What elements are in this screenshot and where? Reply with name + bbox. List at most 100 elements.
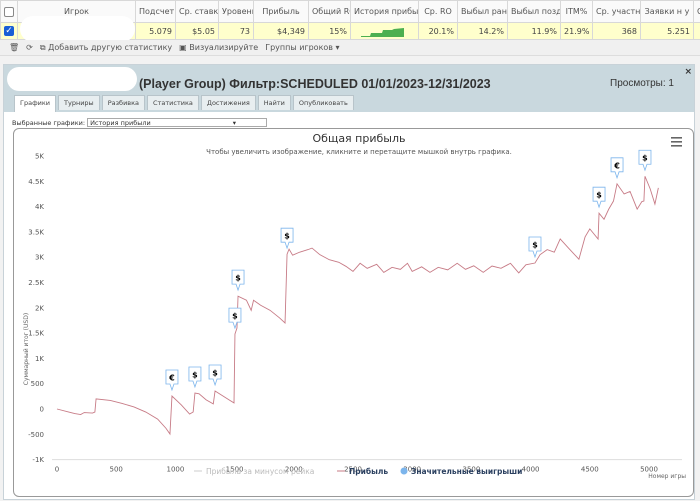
svg-text:$: $	[596, 191, 602, 200]
refresh-icon[interactable]: ⟳	[26, 43, 33, 52]
add-stat-label: Добавить другую статистику	[48, 42, 173, 52]
x-tick-label: 4500	[581, 466, 599, 474]
tab-graphs[interactable]: Графики	[14, 95, 57, 112]
menu-icon[interactable]	[671, 137, 682, 147]
selected-graphs-value: История прибыли	[90, 119, 151, 127]
panel-header: (Player Group) Фильтр:SCHEDULED 01/01/20…	[4, 65, 694, 112]
col-early-out[interactable]: Выбыл ранс	[457, 0, 508, 23]
col-total-roi[interactable]: Общий RO	[308, 0, 351, 23]
legend-item-net-profit[interactable]: Прибыль за минусом рейка	[194, 467, 314, 476]
col-avg-field[interactable]: Ср. участн	[592, 0, 641, 23]
y-tick-label: 500	[31, 380, 44, 388]
tab-achievements[interactable]: Достижения	[200, 95, 256, 110]
col-avg-roi[interactable]: Ср. RO	[418, 0, 458, 23]
avg-roi-cell: 20.1%	[418, 22, 458, 40]
legend-label: Значительные выигрыши	[411, 467, 522, 476]
selected-graphs-select[interactable]: История прибыли ▾	[87, 118, 268, 127]
col-count[interactable]: Подсчет	[135, 0, 176, 23]
profit-cell: $4,349	[253, 22, 309, 40]
big-win-marker[interactable]: €	[610, 157, 624, 180]
col-more[interactable]: Ср	[693, 0, 700, 23]
big-win-marker[interactable]: $	[228, 307, 242, 330]
big-win-marker[interactable]: $	[528, 236, 542, 259]
svg-text:$: $	[532, 241, 538, 250]
entries-cell: 5.251	[640, 22, 694, 40]
col-late-out[interactable]: Выбыл поздн	[507, 0, 561, 23]
big-win-marker[interactable]: $	[638, 149, 652, 172]
total-roi-cell: 15%	[308, 22, 351, 40]
legend: Прибыль за минусом рейка Прибыль Значите…	[194, 467, 522, 476]
visualize-button[interactable]: ▣ Визуализируйте	[179, 43, 258, 52]
col-level[interactable]: Уровень	[218, 0, 254, 23]
add-stat-button[interactable]: ⧉ Добавить другую статистику	[40, 43, 172, 53]
col-profit[interactable]: Прибыль	[253, 0, 309, 23]
chevron-down-icon: ▾	[232, 119, 237, 127]
tab-statistics[interactable]: Статистика	[147, 95, 199, 110]
redacted-name	[7, 67, 137, 91]
chart-title: Общая прибыль	[313, 132, 406, 145]
big-win-marker[interactable]: $	[231, 269, 245, 292]
svg-text:$: $	[235, 274, 241, 283]
tab-publish[interactable]: Опубликовать	[292, 95, 354, 110]
svg-text:€: €	[613, 161, 620, 170]
x-tick-label: 4000	[522, 466, 540, 474]
svg-text:$: $	[284, 232, 290, 241]
big-win-marker[interactable]: €	[165, 369, 179, 392]
level-cell: 73	[218, 22, 254, 40]
y-tick-label: 0	[40, 406, 44, 414]
avg-field-cell: 368	[592, 22, 641, 40]
empty-cell	[693, 22, 700, 40]
select-all-checkbox[interactable]	[0, 0, 18, 23]
selected-graphs: Выбранные графики: История прибыли ▾	[12, 118, 268, 127]
x-tick-label: 500	[110, 466, 123, 474]
early-out-cell: 14.2%	[457, 22, 508, 40]
x-tick-label: 1000	[166, 466, 184, 474]
y-tick-label: 2K	[35, 304, 44, 312]
svg-text:$: $	[192, 371, 198, 380]
count-cell: 5.079	[135, 22, 176, 40]
avg-stake-cell: $5.05	[175, 22, 219, 40]
col-itm[interactable]: ITM%	[560, 0, 593, 23]
y-tick-label: 3.5K	[28, 228, 44, 236]
panel-tabs: Графики Турниры Разбивка Статистика Дост…	[14, 95, 354, 112]
selected-graphs-label: Выбранные графики:	[12, 118, 86, 127]
x-axis-label: Номер игры	[648, 473, 686, 480]
tab-tournaments[interactable]: Турниры	[58, 95, 100, 110]
y-tick-label: 5K	[35, 153, 44, 161]
tab-breakdown[interactable]: Разбивка	[101, 95, 146, 110]
redacted-player	[20, 16, 135, 42]
trash-icon[interactable]: 🗑	[9, 43, 19, 52]
big-win-marker[interactable]: $	[280, 227, 294, 250]
col-avg-stake[interactable]: Ср. ставк	[175, 0, 219, 23]
col-profit-history[interactable]: История прибыл	[350, 0, 419, 23]
profit-series-line	[56, 176, 659, 436]
table-toolbar: 🗑 ⟳ ⧉ Добавить другую статистику ▣ Визуа…	[0, 40, 700, 56]
y-tick-label: 3K	[35, 254, 44, 262]
visualize-label: Визуализируйте	[189, 43, 259, 52]
col-entries[interactable]: Заявки н у	[640, 0, 694, 23]
big-win-marker[interactable]: $	[188, 366, 202, 389]
profit-chart[interactable]: Общая прибыль Чтобы увеличить изображени…	[14, 129, 695, 498]
row-checkbox[interactable]: ✓	[0, 22, 18, 40]
x-tick-label: 5000	[640, 466, 658, 474]
legend-label: Прибыль за минусом рейка	[206, 467, 314, 476]
chart-container[interactable]: Общая прибыль Чтобы увеличить изображени…	[13, 128, 694, 497]
y-tick-label: 4.5K	[28, 178, 44, 186]
close-icon[interactable]: ×	[684, 67, 692, 77]
itm-cell: 21.9%	[560, 22, 593, 40]
legend-item-big-wins[interactable]: Значительные выигрыши	[400, 467, 523, 476]
player-groups-dropdown[interactable]: Группы игроков ▾	[265, 43, 339, 52]
y-axis-label: Суммарный итог (USD)	[23, 313, 30, 385]
big-win-marker[interactable]: $	[208, 364, 222, 387]
big-win-marker[interactable]: $	[592, 186, 606, 209]
tab-find[interactable]: Найти	[257, 95, 291, 110]
y-tick-label: 1K	[35, 355, 44, 363]
sparkline-chart	[361, 28, 404, 37]
late-out-cell: 11.9%	[507, 22, 561, 40]
y-tick-label: 1.5K	[28, 330, 44, 338]
graph-panel: (Player Group) Фильтр:SCHEDULED 01/01/20…	[3, 64, 695, 500]
y-tick-label: 2.5K	[28, 279, 44, 287]
panel-title: (Player Group) Фильтр:SCHEDULED 01/01/20…	[139, 77, 491, 91]
svg-text:$: $	[642, 154, 648, 163]
views-count: Просмотры: 1	[610, 78, 674, 89]
